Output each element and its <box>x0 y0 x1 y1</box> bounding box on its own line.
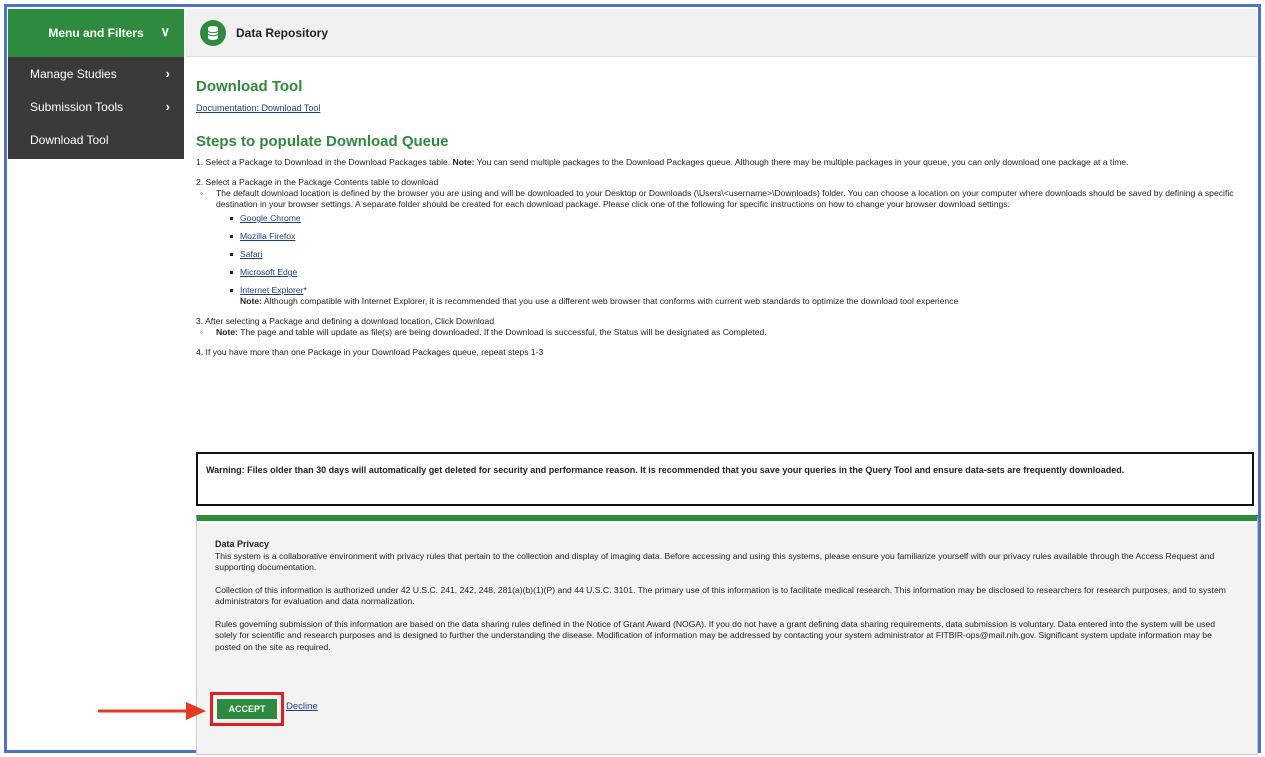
step-2: 2. Select a Package in the Package Conte… <box>196 177 1252 307</box>
warning-box: Warning: Files older than 30 days will a… <box>196 452 1254 506</box>
sidebar-item-label: Download Tool <box>30 132 109 147</box>
step-1-note-text: You can send multiple packages to the Do… <box>474 157 1129 167</box>
decline-link[interactable]: Decline <box>286 701 318 712</box>
top-bar: Data Repository <box>186 9 1257 57</box>
step-3: 3. After selecting a Package and definin… <box>196 316 1252 338</box>
privacy-paragraph-1: This system is a collaborative environme… <box>215 550 1215 573</box>
chevron-right-icon: › <box>165 99 170 114</box>
step-3-note-text: The page and table will update as file(s… <box>237 327 767 337</box>
double-chevron-down-icon[interactable]: ∨ <box>160 24 170 40</box>
mozilla-firefox-link[interactable]: Mozilla Firefox <box>240 231 295 241</box>
list-item: Mozilla Firefox <box>228 231 1252 242</box>
sidebar-item-submission-tools[interactable]: Submission Tools › <box>8 90 184 123</box>
sidebar-item-manage-studies[interactable]: Manage Studies › <box>8 57 184 90</box>
accept-highlight: ACCEPT <box>210 692 284 726</box>
step-1: 1. Select a Package to Download in the D… <box>196 157 1252 168</box>
privacy-title: Data Privacy <box>215 539 270 549</box>
sidebar-item-download-tool[interactable]: Download Tool <box>8 123 184 156</box>
top-bar-title: Data Repository <box>236 25 329 40</box>
note-label: Note: <box>240 296 262 306</box>
list-item: Internet Explorer* Note: Although compati… <box>228 285 1252 307</box>
internet-explorer-link[interactable]: Internet Explorer <box>240 285 304 295</box>
steps-heading: Steps to populate Download Queue <box>196 133 449 150</box>
list-item: Microsoft Edge <box>228 267 1252 278</box>
ie-note-text: Although compatible with Internet Explor… <box>261 296 959 306</box>
browser-list: Google Chrome Mozilla Firefox Safari Mic… <box>212 213 1252 307</box>
sidebar: Menu and Filters ∨ Manage Studies › Subm… <box>8 9 184 159</box>
list-item: Safari <box>228 249 1252 260</box>
step-3-subitem: ◦ Note: The page and table will update a… <box>196 327 1252 338</box>
main-content: Download Tool Documentation: Download To… <box>196 70 1252 358</box>
sidebar-item-label: Submission Tools <box>30 99 124 114</box>
accept-button[interactable]: ACCEPT <box>217 699 277 719</box>
note-label: Note: <box>216 327 238 337</box>
circle-bullet-icon: ◦ <box>200 188 204 198</box>
privacy-paragraph-2: Collection of this information is author… <box>215 584 1226 607</box>
chevron-right-icon: › <box>165 66 170 81</box>
page-title: Download Tool <box>196 78 303 95</box>
sidebar-header[interactable]: Menu and Filters ∨ <box>8 9 184 57</box>
sidebar-item-label: Manage Studies <box>30 66 117 81</box>
circle-bullet-icon: ◦ <box>200 327 204 337</box>
red-arrow-icon <box>98 702 206 720</box>
asterisk: * <box>303 285 307 295</box>
list-item: Google Chrome <box>228 213 1252 224</box>
data-privacy-panel: Data Privacy This system is a collaborat… <box>196 515 1258 755</box>
sidebar-header-label: Menu and Filters <box>48 26 144 40</box>
step-2-text: 2. Select a Package in the Package Conte… <box>196 177 439 187</box>
safari-link[interactable]: Safari <box>240 249 262 259</box>
database-icon <box>200 19 226 46</box>
google-chrome-link[interactable]: Google Chrome <box>240 213 301 223</box>
step-1-text: 1. Select a Package to Download in the D… <box>196 157 453 167</box>
documentation-link[interactable]: Documentation: Download Tool <box>196 103 320 113</box>
step-4: 4. If you have more than one Package in … <box>196 347 544 357</box>
step-2-subitem: ◦ The default download location is defin… <box>196 188 1252 307</box>
step-3-text: 3. After selecting a Package and definin… <box>196 316 495 326</box>
note-label: Note: <box>452 157 475 167</box>
microsoft-edge-link[interactable]: Microsoft Edge <box>240 267 297 277</box>
privacy-paragraph-3: Rules governing submission of this infor… <box>215 618 1215 652</box>
step-2-subitem-text: The default download location is defined… <box>216 188 1234 209</box>
